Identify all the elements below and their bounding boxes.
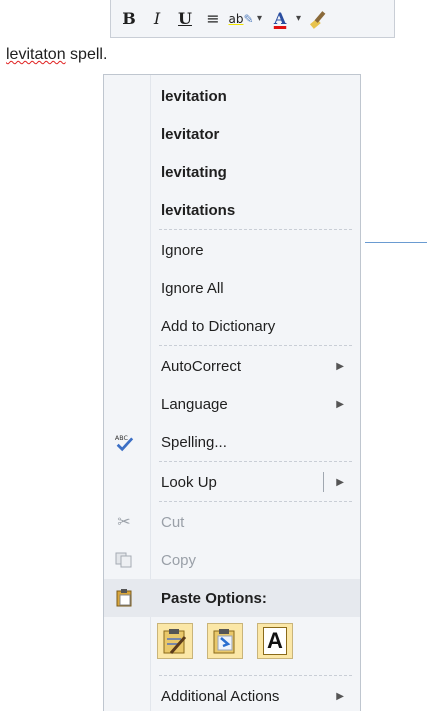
pencil-icon: ✎ (243, 11, 254, 26)
font-color-glyph: A (273, 9, 287, 28)
cut-label: Cut (161, 513, 185, 531)
clipboard-icon (114, 588, 134, 608)
look-up-label: Look Up (161, 473, 217, 491)
underline-button[interactable]: U (173, 6, 197, 32)
suggestion-levitation[interactable]: levitation (104, 77, 360, 115)
highlight-icon[interactable]: ab ✎ (228, 6, 254, 32)
submenu-arrow-icon: ▶ (336, 398, 344, 410)
font-color-dropdown[interactable]: ▾ (296, 13, 301, 24)
document-text[interactable]: levitaton spell. (6, 46, 107, 64)
font-color-button[interactable]: A (268, 6, 292, 32)
mini-toolbar: B I U ≡ ab ✎ ▾ A ▾ (110, 0, 395, 38)
add-to-dictionary-item[interactable]: Add to Dictionary (104, 307, 360, 345)
autocorrect-label: AutoCorrect (161, 357, 242, 375)
scissors-icon: ✂ (117, 514, 131, 531)
spelling-check-icon: ABC (114, 432, 134, 452)
document-rest-text: spell. (65, 46, 108, 63)
suggestion-levitations[interactable]: levitations (104, 191, 360, 229)
paste-options-label: Paste Options: (161, 589, 267, 607)
look-up-item[interactable]: Look Up ▶ (104, 463, 360, 501)
copy-item[interactable]: Copy (104, 541, 360, 579)
additional-actions-label: Additional Actions (161, 687, 280, 705)
language-item[interactable]: Language ▶ (104, 385, 360, 423)
paste-brush-icon (163, 629, 187, 654)
cut-item[interactable]: ✂ Cut (104, 503, 360, 541)
ignore-all-item[interactable]: Ignore All (104, 269, 360, 307)
paste-merge-formatting-button[interactable] (207, 623, 243, 659)
submenu-arrow-icon: ▶ (336, 360, 344, 372)
language-label: Language (161, 395, 228, 413)
additional-actions-item[interactable]: Additional Actions ▶ (104, 677, 360, 715)
brush-icon (310, 10, 326, 29)
bold-button[interactable]: B (117, 6, 141, 32)
italic-button[interactable]: I (145, 6, 169, 32)
callout-line (365, 242, 427, 243)
spelling-label: Spelling... (161, 433, 227, 451)
svg-text:ABC: ABC (115, 435, 129, 442)
copy-label: Copy (161, 551, 197, 569)
paste-keep-text-only-button[interactable]: A (257, 623, 293, 659)
copy-icon (114, 550, 134, 570)
submenu-arrow-icon: ▶ (336, 690, 344, 702)
spelling-context-menu: levitation levitator levitating levitati… (103, 74, 361, 711)
paste-options-row: A (104, 617, 360, 675)
text-only-glyph: A (263, 627, 287, 655)
paste-keep-source-formatting-button[interactable] (157, 623, 193, 659)
misspelled-word[interactable]: levitaton (6, 46, 66, 63)
paste-options-header: Paste Options: (104, 579, 360, 617)
ignore-item[interactable]: Ignore (104, 231, 360, 269)
align-center-button[interactable]: ≡ (201, 6, 225, 32)
highlight-glyph: ab (228, 11, 244, 26)
suggestion-levitating[interactable]: levitating (104, 153, 360, 191)
split-separator (323, 472, 324, 492)
format-painter-icon[interactable] (307, 6, 331, 32)
submenu-arrow-icon: ▶ (336, 476, 344, 488)
paste-merge-icon (213, 629, 235, 654)
autocorrect-item[interactable]: AutoCorrect ▶ (104, 347, 360, 385)
spelling-item[interactable]: ABC Spelling... (104, 423, 360, 461)
highlight-dropdown[interactable]: ▾ (257, 13, 262, 24)
suggestion-levitator[interactable]: levitator (104, 115, 360, 153)
